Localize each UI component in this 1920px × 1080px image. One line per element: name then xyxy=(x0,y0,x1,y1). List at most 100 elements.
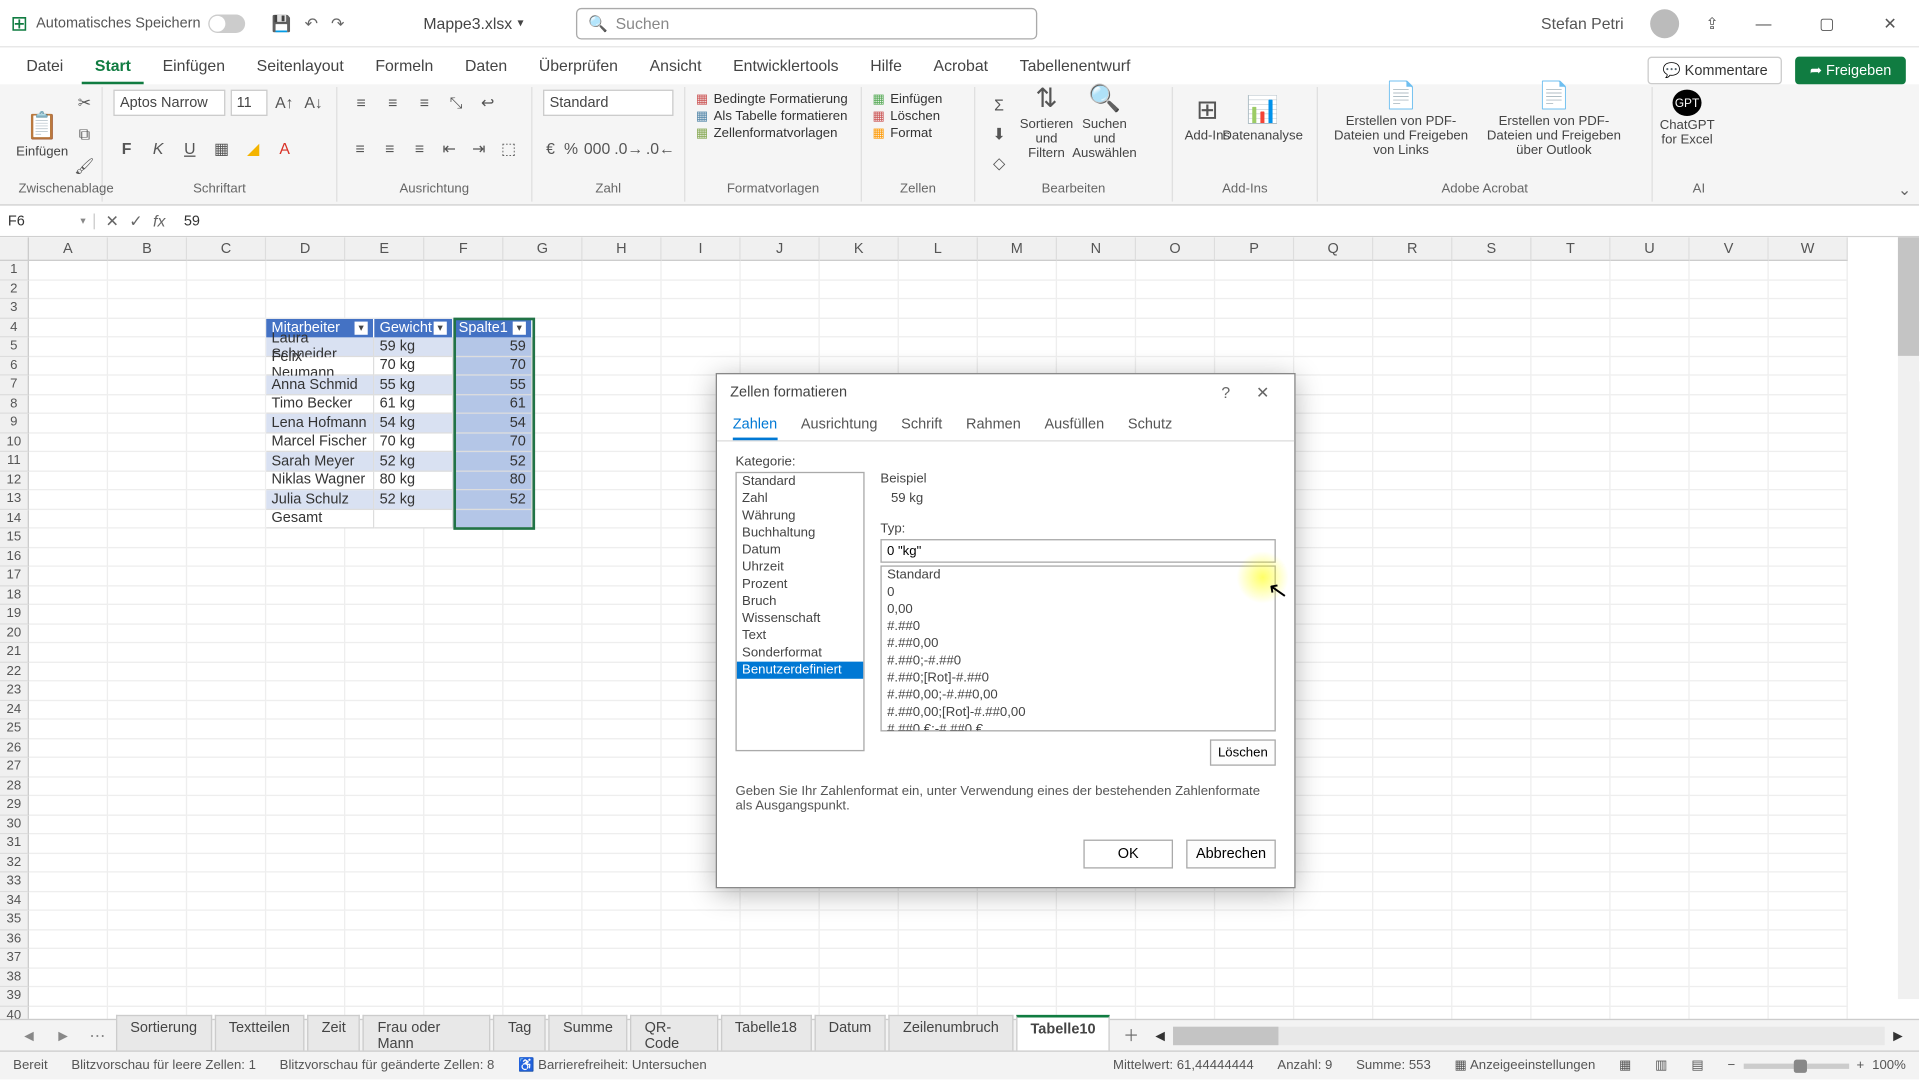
fill-icon[interactable]: ⬇ xyxy=(986,121,1012,147)
select-all-corner[interactable] xyxy=(0,237,29,261)
table-cell[interactable]: 70 xyxy=(453,357,532,376)
row-header[interactable]: 17 xyxy=(0,567,29,586)
acrobat-pdf-outlook-button[interactable]: 📄Erstellen von PDF-Dateien und Freigeben… xyxy=(1481,90,1626,148)
number-format-combo[interactable]: Standard xyxy=(543,90,673,116)
row-header[interactable]: 16 xyxy=(0,548,29,567)
cell-styles-button[interactable]: ▦Zellenformatvorlagen xyxy=(696,127,850,141)
col-header[interactable]: N xyxy=(1057,237,1136,261)
decrease-font-icon[interactable]: A↓ xyxy=(302,90,326,116)
dialog-help-button[interactable]: ? xyxy=(1207,384,1244,402)
row-header[interactable]: 37 xyxy=(0,949,29,968)
category-item[interactable]: Prozent xyxy=(737,576,864,593)
filename[interactable]: Mappe3.xlsx▾ xyxy=(423,14,523,32)
ribbon-tab-tabellenentwurf[interactable]: Tabellenentwurf xyxy=(1006,50,1143,84)
ribbon-tab-datei[interactable]: Datei xyxy=(13,50,76,84)
type-item[interactable]: #.##0;[Rot]-#.##0 xyxy=(882,670,1275,687)
table-cell[interactable]: 61 xyxy=(453,395,532,414)
conditional-format-button[interactable]: ▦Bedingte Formatierung xyxy=(696,92,850,106)
comma-icon[interactable]: 000 xyxy=(584,136,610,162)
category-item[interactable]: Buchhaltung xyxy=(737,525,864,542)
row-header[interactable]: 27 xyxy=(0,758,29,777)
ribbon-tab-ansicht[interactable]: Ansicht xyxy=(636,50,714,84)
type-item[interactable]: #.##0 xyxy=(882,618,1275,635)
copy-icon[interactable]: ⧉ xyxy=(71,121,97,147)
filter-dropdown-icon[interactable]: ▾ xyxy=(434,321,447,334)
row-header[interactable]: 22 xyxy=(0,662,29,681)
ribbon-tab-hilfe[interactable]: Hilfe xyxy=(857,50,915,84)
align-center-icon[interactable]: ≡ xyxy=(378,136,402,162)
category-item[interactable]: Datum xyxy=(737,542,864,559)
category-item[interactable]: Uhrzeit xyxy=(737,559,864,576)
indent-dec-icon[interactable]: ⇤ xyxy=(437,136,461,162)
row-header[interactable]: 18 xyxy=(0,586,29,605)
dialog-close-button[interactable]: ✕ xyxy=(1244,384,1281,402)
row-header[interactable]: 19 xyxy=(0,605,29,624)
row-header[interactable]: 33 xyxy=(0,873,29,892)
dec-decimal-icon[interactable]: .0← xyxy=(647,136,673,162)
row-header[interactable]: 21 xyxy=(0,643,29,662)
col-header[interactable]: D xyxy=(266,237,345,261)
table-cell[interactable]: Timo Becker xyxy=(266,395,374,414)
ribbon-tab-einfügen[interactable]: Einfügen xyxy=(149,50,238,84)
ribbon-tab-seitenlayout[interactable]: Seitenlayout xyxy=(243,50,356,84)
col-header[interactable]: E xyxy=(345,237,424,261)
col-header[interactable]: R xyxy=(1373,237,1452,261)
align-bottom-icon[interactable]: ≡ xyxy=(411,90,437,116)
table-header[interactable]: Gewicht▾ xyxy=(374,318,453,337)
find-select-button[interactable]: 🔍Suchen und Auswählen xyxy=(1081,92,1128,150)
zoom-slider[interactable] xyxy=(1743,1063,1848,1068)
type-input[interactable] xyxy=(880,539,1275,563)
col-header[interactable]: Q xyxy=(1294,237,1373,261)
category-item[interactable]: Benutzerdefiniert xyxy=(737,662,864,679)
ribbon-tab-entwicklertools[interactable]: Entwicklertools xyxy=(720,50,852,84)
search-input[interactable]: 🔍 Suchen xyxy=(576,7,1037,39)
cancel-button[interactable]: Abbrechen xyxy=(1186,840,1276,869)
type-item[interactable]: #.##0,00 xyxy=(882,635,1275,652)
horizontal-scrollbar[interactable]: ◄► xyxy=(1152,1026,1906,1044)
row-header[interactable]: 2 xyxy=(0,280,29,299)
row-header[interactable]: 13 xyxy=(0,490,29,509)
delete-cells-button[interactable]: ▦Löschen xyxy=(873,109,964,123)
autosave-toggle[interactable]: Automatisches Speichern xyxy=(36,14,245,32)
cancel-formula-icon[interactable]: ✕ xyxy=(105,212,118,230)
table-cell[interactable]: 70 xyxy=(453,433,532,452)
comments-button[interactable]: 💬 Kommentare xyxy=(1648,57,1782,85)
type-item[interactable]: 0,00 xyxy=(882,601,1275,618)
col-header[interactable]: T xyxy=(1532,237,1611,261)
table-total-cell[interactable]: Gesamt xyxy=(266,509,374,528)
table-cell[interactable]: Julia Schulz xyxy=(266,490,374,509)
row-header[interactable]: 31 xyxy=(0,834,29,853)
align-middle-icon[interactable]: ≡ xyxy=(380,90,406,116)
sheet-nav-prev[interactable]: ◄ xyxy=(13,1026,44,1044)
row-header[interactable]: 39 xyxy=(0,987,29,1006)
type-item[interactable]: #.##0,00;-#.##0,00 xyxy=(882,687,1275,704)
col-header[interactable]: B xyxy=(108,237,187,261)
border-icon[interactable]: ▦ xyxy=(208,136,234,162)
row-header[interactable]: 12 xyxy=(0,471,29,490)
user-name[interactable]: Stefan Petri xyxy=(1541,14,1624,32)
table-cell[interactable]: 80 xyxy=(453,471,532,490)
wrap-text-icon[interactable]: ↩ xyxy=(474,90,500,116)
orientation-icon[interactable]: ⤡ xyxy=(443,90,469,116)
table-cell[interactable]: 52 kg xyxy=(374,490,453,509)
row-header[interactable]: 23 xyxy=(0,681,29,700)
table-cell[interactable]: 55 kg xyxy=(374,376,453,395)
row-header[interactable]: 36 xyxy=(0,930,29,949)
category-item[interactable]: Bruch xyxy=(737,593,864,610)
increase-font-icon[interactable]: A↑ xyxy=(272,90,296,116)
sort-filter-button[interactable]: ⇅Sortieren und Filtern xyxy=(1023,92,1070,150)
dialog-tab[interactable]: Rahmen xyxy=(966,411,1021,440)
align-right-icon[interactable]: ≡ xyxy=(407,136,431,162)
row-header[interactable]: 28 xyxy=(0,777,29,796)
paste-button[interactable]: 📋Einfügen xyxy=(18,105,65,163)
table-cell[interactable]: 80 kg xyxy=(374,471,453,490)
fill-color-icon[interactable]: ◢ xyxy=(240,136,266,162)
share-button[interactable]: ➦ Freigeben xyxy=(1795,57,1905,85)
ribbon-tab-start[interactable]: Start xyxy=(82,50,144,84)
row-header[interactable]: 35 xyxy=(0,911,29,930)
row-header[interactable]: 3 xyxy=(0,299,29,318)
table-cell[interactable]: 61 kg xyxy=(374,395,453,414)
present-icon[interactable]: ⇪ xyxy=(1705,14,1718,32)
italic-icon[interactable]: K xyxy=(145,136,171,162)
table-cell[interactable]: Niklas Wagner xyxy=(266,471,374,490)
